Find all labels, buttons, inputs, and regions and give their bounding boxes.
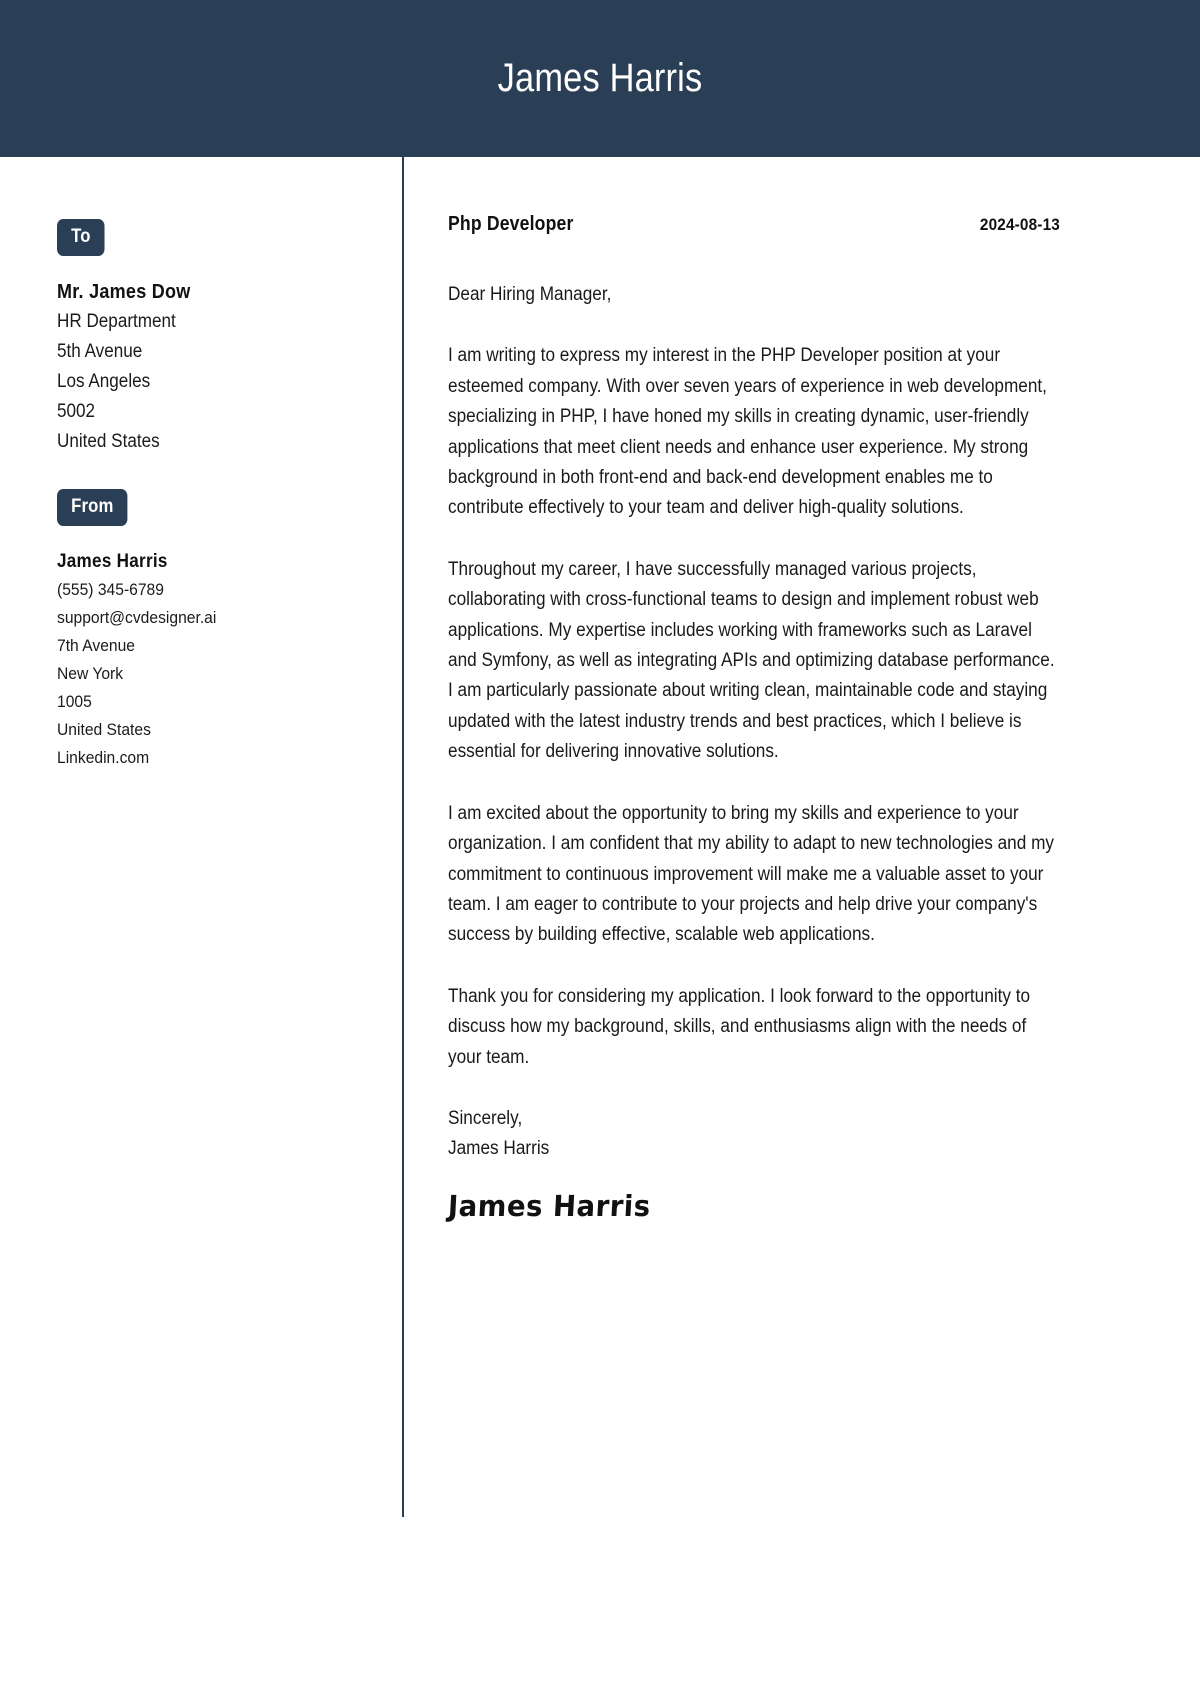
to-address-block: Mr. James Dow HR Department 5th Avenue L… <box>57 277 362 457</box>
from-badge: From <box>57 489 128 526</box>
letter-paragraph: I am writing to express my interest in t… <box>448 345 1047 519</box>
signature: James Harris <box>447 1188 652 1223</box>
to-section: To Mr. James Dow HR Department 5th Avenu… <box>57 219 362 457</box>
from-address-block: James Harris (555) 345-6789 support@cvde… <box>57 547 362 772</box>
to-badge: To <box>57 219 105 256</box>
sender-name: James Harris <box>57 551 168 572</box>
letter-header-row: Php Developer 2024-08-13 <box>448 213 1060 236</box>
letter-paragraph: Thank you for considering my application… <box>448 985 1031 1068</box>
closing-salutation: Sincerely, <box>448 1107 523 1129</box>
sidebar: To Mr. James Dow HR Department 5th Avenu… <box>0 157 402 1517</box>
letter-date: 2024-08-13 <box>979 215 1060 234</box>
closing-block: Sincerely, James Harris <box>448 1104 1060 1165</box>
from-address-line: New York <box>57 664 124 683</box>
job-title: Php Developer <box>448 213 574 235</box>
document-header: James Harris <box>0 0 1200 157</box>
letter-sheet: To Mr. James Dow HR Department 5th Avenu… <box>0 157 1200 1517</box>
salutation: Dear Hiring Manager, <box>448 284 612 305</box>
recipient-name: Mr. James Dow <box>57 281 191 303</box>
to-address-line: Los Angeles <box>57 371 151 392</box>
from-address-line: United States <box>57 720 151 739</box>
from-section: From James Harris (555) 345-6789 support… <box>57 489 362 772</box>
page-title: James Harris <box>497 56 703 100</box>
closing-name: James Harris <box>448 1138 550 1160</box>
sender-email: support@cvdesigner.ai <box>57 608 217 627</box>
from-address-line: 7th Avenue <box>57 636 135 655</box>
sender-phone: (555) 345-6789 <box>57 580 164 599</box>
to-address-line: HR Department <box>57 311 176 332</box>
letter-paragraph: I am excited about the opportunity to br… <box>448 802 1055 946</box>
letter-body: Php Developer 2024-08-13 Dear Hiring Man… <box>404 157 1200 1517</box>
to-address-line: 5002 <box>57 401 96 422</box>
sender-linkedin: Linkedin.com <box>57 748 150 767</box>
letter-paragraph: Throughout my career, I have successfull… <box>448 558 1055 763</box>
from-address-line: 1005 <box>57 692 92 711</box>
to-address-line: 5th Avenue <box>57 341 143 362</box>
to-address-line: United States <box>57 431 160 452</box>
